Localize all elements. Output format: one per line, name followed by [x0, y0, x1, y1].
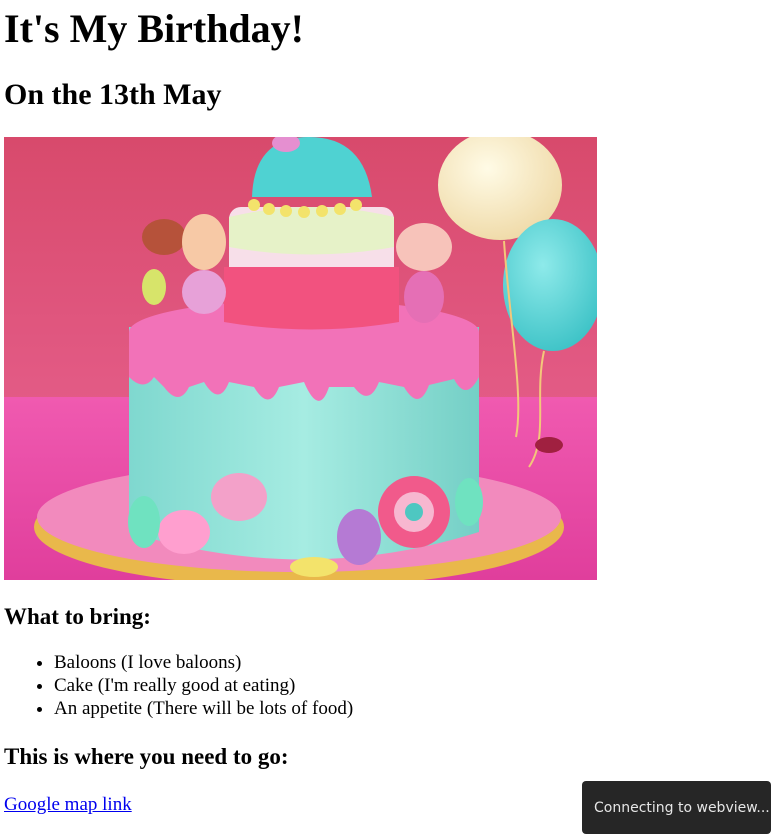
page-subtitle: On the 13th May: [4, 78, 222, 111]
birthday-cake-image: [4, 137, 597, 580]
list-item: Baloons (I love baloons): [54, 651, 769, 674]
google-map-link[interactable]: Google map link: [4, 793, 132, 816]
list-item: Cake (I'm really good at eating): [54, 674, 769, 697]
connecting-toast: Connecting to webview...: [582, 781, 771, 834]
list-item: An appetite (There will be lots of food): [54, 697, 769, 720]
bring-list: Baloons (I love baloons) Cake (I'm reall…: [4, 651, 769, 720]
toast-text: Connecting to webview...: [594, 799, 770, 816]
page: It's My Birthday! On the 13th May What t…: [0, 0, 773, 816]
location-heading: This is where you need to go:: [4, 744, 289, 769]
page-title: It's My Birthday!: [4, 6, 304, 51]
bring-heading: What to bring:: [4, 604, 151, 629]
